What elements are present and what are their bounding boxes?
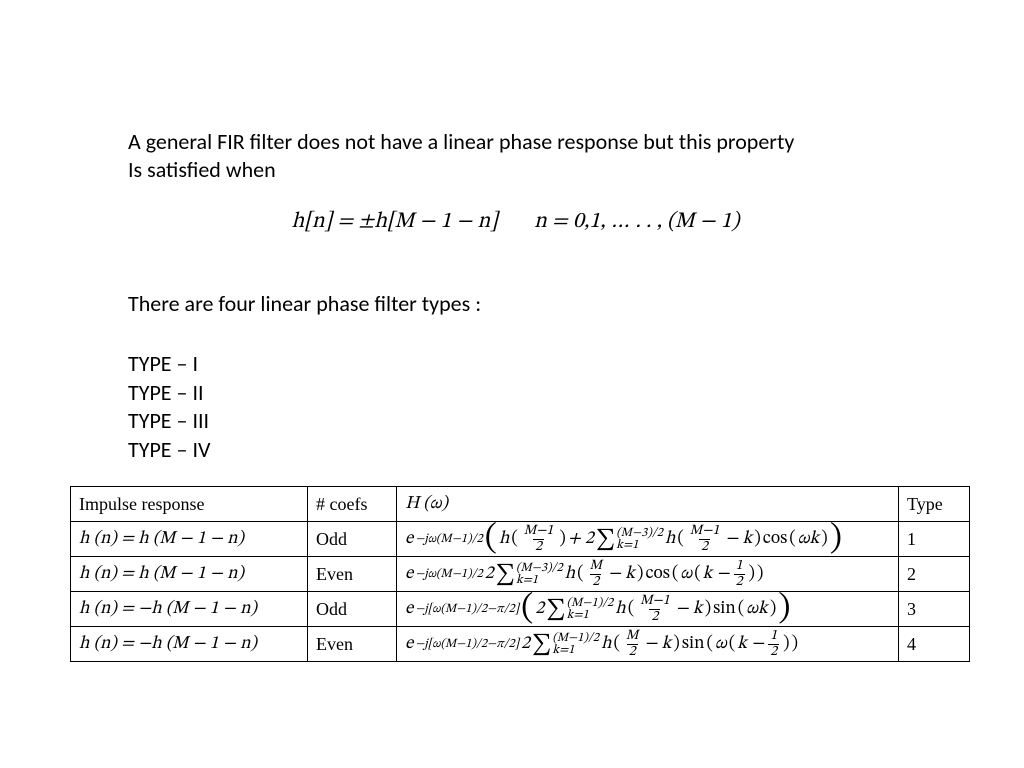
type-item: TYPE – II — [128, 379, 210, 408]
types-intro: There are four linear phase filter types… — [128, 290, 903, 317]
cell-impulse: h (n) = −h (M − 1 − n) — [71, 592, 308, 627]
cell-type: 3 — [899, 592, 970, 627]
intro-line-1: A general FIR filter does not have a lin… — [128, 128, 794, 155]
cell-type: 1 — [899, 522, 970, 557]
cell-impulse: h (n) = −h (M − 1 − n) — [71, 627, 308, 662]
cell-coefs: Even — [308, 627, 397, 662]
cell-H: e−jω(M−1)/2 2 ∑(M−3)/2k=1 h (M2 − k) cos… — [397, 557, 899, 592]
cell-coefs: Odd — [308, 522, 397, 557]
type-item: TYPE – I — [128, 350, 210, 379]
cell-type: 4 — [899, 627, 970, 662]
cell-type: 2 — [899, 557, 970, 592]
table-row: h (n) = h (M − 1 − n)Odde−jω(M−1)/2 (h (… — [71, 522, 970, 557]
cell-H: e−j[ω(M−1)/2−π/2] (2 ∑(M−1)/2k=1 h (M−12… — [397, 592, 899, 627]
symmetry-equation: h[n] = ±h[M − 1 − n] n = 0,1, … . . , (M… — [128, 208, 903, 236]
type-list: TYPE – I TYPE – II TYPE – III TYPE – IV — [128, 350, 210, 464]
cell-H: e−j[ω(M−1)/2−π/2] 2 ∑(M−1)/2k=1 h (M2 − … — [397, 627, 899, 662]
intro-paragraph: A general FIR filter does not have a lin… — [128, 128, 903, 184]
cell-coefs: Even — [308, 557, 397, 592]
cell-H: e−jω(M−1)/2 (h (M−12) + 2 ∑(M−3)/2k=1 h … — [397, 522, 899, 557]
table-row: h (n) = −h (M − 1 − n)Odde−j[ω(M−1)/2−π/… — [71, 592, 970, 627]
equation-rhs: n = 0,1, … . . , (M − 1) — [534, 211, 739, 233]
intro-line-2: Is satisfied when — [128, 156, 276, 183]
filter-types-table: Impulse response # coefs H (ω) Type h (n… — [70, 486, 970, 662]
table-row: h (n) = −h (M − 1 − n)Evene−j[ω(M−1)/2−π… — [71, 627, 970, 662]
table-row: h (n) = h (M − 1 − n)Evene−jω(M−1)/2 2 ∑… — [71, 557, 970, 592]
cell-impulse: h (n) = h (M − 1 − n) — [71, 522, 308, 557]
header-impulse: Impulse response — [71, 487, 308, 522]
header-coefs: # coefs — [308, 487, 397, 522]
slide: A general FIR filter does not have a lin… — [0, 0, 1024, 768]
type-item: TYPE – III — [128, 407, 210, 436]
cell-impulse: h (n) = h (M − 1 − n) — [71, 557, 308, 592]
equation-lhs: h[n] = ±h[M − 1 − n] — [291, 211, 497, 233]
table-body: h (n) = h (M − 1 − n)Odde−jω(M−1)/2 (h (… — [71, 522, 970, 662]
table-header-row: Impulse response # coefs H (ω) Type — [71, 487, 970, 522]
header-type: Type — [899, 487, 970, 522]
cell-coefs: Odd — [308, 592, 397, 627]
header-H: H (ω) — [397, 487, 899, 522]
type-item: TYPE – IV — [128, 436, 210, 465]
filter-types-table-wrap: Impulse response # coefs H (ω) Type h (n… — [70, 486, 970, 662]
